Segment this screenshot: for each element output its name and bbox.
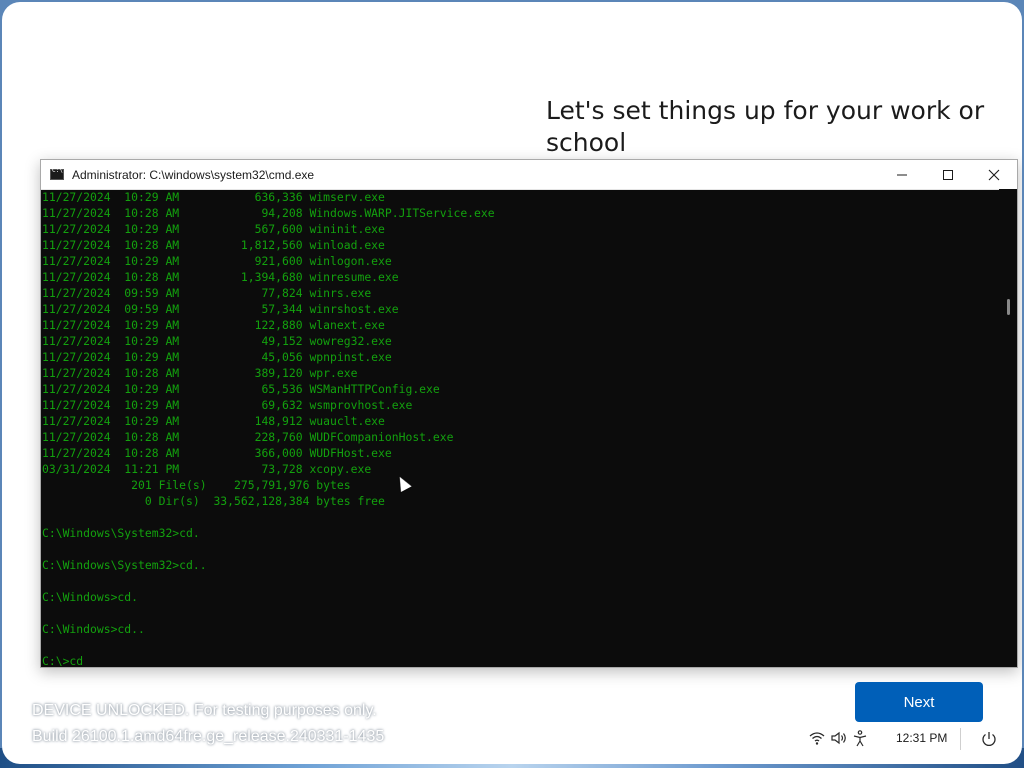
console-line: 03/31/2024 11:21 PM 73,728 xcopy.exe <box>42 462 372 476</box>
console-line: 11/27/2024 10:29 AM 567,600 wininit.exe <box>42 222 385 236</box>
console-line: C:\>cd <box>42 654 84 667</box>
power-icon[interactable] <box>980 730 998 752</box>
tray-divider <box>960 728 961 750</box>
console-line: 11/27/2024 10:28 AM 366,000 WUDFHost.exe <box>42 446 392 460</box>
console-line: 11/27/2024 10:28 AM 1,812,560 winload.ex… <box>42 238 385 252</box>
maximize-button[interactable] <box>925 160 971 189</box>
system-clock: 12:31 PM <box>896 731 948 745</box>
console-line: 11/27/2024 10:29 AM 49,152 wowreg32.exe <box>42 334 392 348</box>
console-line: 201 File(s) 275,791,976 bytes <box>42 478 351 492</box>
console-line: C:\Windows\System32>cd. <box>42 526 200 540</box>
console-line: 11/27/2024 10:29 AM 636,336 wimserv.exe <box>42 190 385 204</box>
console-line: 11/27/2024 10:28 AM 1,394,680 winresume.… <box>42 270 399 284</box>
minimize-button[interactable] <box>879 160 925 189</box>
cmd-titlebar[interactable]: Administrator: C:\windows\system32\cmd.e… <box>41 160 1017 190</box>
console-line: 11/27/2024 09:59 AM 77,824 winrs.exe <box>42 286 372 300</box>
wifi-icon[interactable] <box>808 730 826 750</box>
next-button[interactable]: Next <box>855 682 983 722</box>
console-line: 11/27/2024 10:29 AM 69,632 wsmprovhost.e… <box>42 398 413 412</box>
setup-heading: Let's set things up for your work or sch… <box>546 96 985 157</box>
console-line: 11/27/2024 10:29 AM 148,912 wuauclt.exe <box>42 414 385 428</box>
scrollbar-thumb[interactable] <box>1007 299 1010 315</box>
console-line: 11/27/2024 09:59 AM 57,344 winrshost.exe <box>42 302 399 316</box>
console-output[interactable]: 11/27/2024 10:29 AM 636,336 wimserv.exe 1… <box>41 189 999 667</box>
console-line: 11/27/2024 10:28 AM 94,208 Windows.WARP.… <box>42 206 495 220</box>
console-line: 11/27/2024 10:29 AM 65,536 WSManHTTPConf… <box>42 382 440 396</box>
close-button[interactable] <box>971 160 1017 189</box>
volume-icon[interactable] <box>830 730 848 750</box>
watermark-line-2: Build 26100.1.amd64fre.ge_release.240331… <box>32 728 385 745</box>
console-line: 11/27/2024 10:28 AM 389,120 wpr.exe <box>42 366 358 380</box>
minimize-icon <box>897 174 907 175</box>
oobe-setup-window: Let's set things up for your work or sch… <box>2 2 1022 764</box>
cmd-app-icon <box>50 167 64 180</box>
console-line: 11/27/2024 10:29 AM 921,600 winlogon.exe <box>42 254 392 268</box>
close-icon <box>988 169 1000 180</box>
console-line: C:\Windows>cd. <box>42 590 139 604</box>
console-line: 11/27/2024 10:29 AM 122,880 wlanext.exe <box>42 318 385 332</box>
maximize-icon <box>943 169 953 180</box>
console-line: 11/27/2024 10:29 AM 45,056 wpnpinst.exe <box>42 350 392 364</box>
console-line: C:\Windows\System32>cd.. <box>42 558 207 572</box>
console-line: 0 Dir(s) 33,562,128,384 bytes free <box>42 494 385 508</box>
cmd-window[interactable]: Administrator: C:\windows\system32\cmd.e… <box>40 159 1018 668</box>
console-scrollbar[interactable] <box>999 189 1017 667</box>
console-line: C:\Windows>cd.. <box>42 622 145 636</box>
watermark-line-1: DEVICE UNLOCKED. For testing purposes on… <box>32 702 377 719</box>
accessibility-icon[interactable] <box>852 730 868 752</box>
console-line: 11/27/2024 10:28 AM 228,760 WUDFCompanio… <box>42 430 454 444</box>
cmd-window-title: Administrator: C:\windows\system32\cmd.e… <box>72 167 315 182</box>
